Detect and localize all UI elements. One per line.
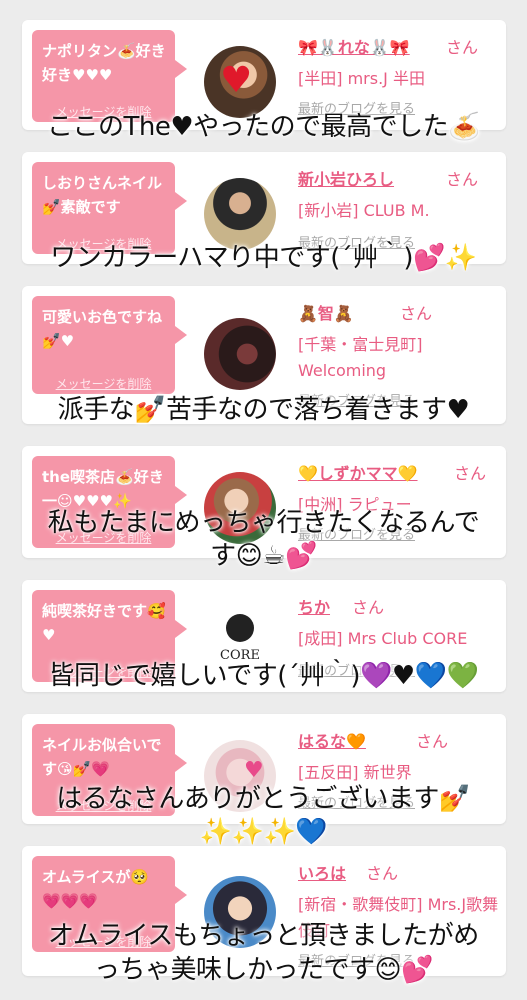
message-text: 可愛いお色ですね💅♥ [42,308,163,350]
avatar[interactable] [204,318,276,390]
overlay-caption: 派手な💅苦手なので落ち着きます♥ [57,395,470,425]
honorific: さん [366,864,399,883]
crest-icon [226,614,254,642]
message-text: しおりさんネイル💅素敵です [42,174,163,216]
username-link[interactable]: 新小岩ひろし [298,166,394,190]
honorific: さん [446,170,479,189]
honorific: さん [446,38,479,57]
honorific: さん [400,304,433,323]
avatar[interactable]: ♥ [204,46,276,118]
shop-info: [新小岩] CLUB M. [298,201,430,220]
overlay-caption: はるなさんありがとうございます💅 [56,784,471,814]
username-link[interactable]: いろは [298,860,346,884]
message-text: オムライスが🥺💗💗💗 [42,868,150,910]
overlay-caption: ✨✨✨💙 [199,817,328,847]
shop-info: [成田] Mrs Club CORE [298,629,468,648]
delete-message-link[interactable]: メッセージを削除 [32,376,175,392]
overlay-caption: 私もたまにめっちゃ行きたくなるんで [47,508,480,538]
username-link[interactable]: 🧸智🧸 [298,300,354,324]
overlay-caption: す😊☕💕 [210,541,317,571]
shop-info: [千葉・富士見町] Welcoming [298,335,423,380]
username-link[interactable]: 🎀🐰れな🐰🎀 [298,34,410,58]
message-text: 純喫茶好きです🥰♥ [42,602,166,644]
username-link[interactable]: ちか [298,594,330,618]
honorific: さん [416,732,449,751]
overlay-caption: ワンカラーハマり中です(´艸｀)💕✨ [50,243,477,273]
overlay-caption: オムライスもちょっと頂きましたがめ [48,921,479,951]
message-bubble: 可愛いお色ですね💅♥ メッセージを削除 [32,296,187,394]
username-link[interactable]: はるな🧡 [298,728,366,752]
overlay-caption: 皆同じで嬉しいです(´艸｀)💜♥💙💚 [48,661,479,691]
overlay-caption: ここのThe♥やったので最高でした🍝 [46,112,481,142]
honorific: さん [352,598,385,617]
username-link[interactable]: 💛しずかママ💛 [298,460,418,484]
shop-info: [半田] mrs.J 半田 [298,69,425,88]
heart-icon: ♥ [220,60,253,101]
heart-icon: ♥ [244,758,264,783]
honorific: さん [454,464,487,483]
overlay-caption: っちゃ美味しかったです😊💕 [94,955,433,985]
message-text: ナポリタン🍝好き好き♥♥♥ [42,42,166,84]
message-text: ネイルお似合いです😘💅💗 [42,736,162,778]
